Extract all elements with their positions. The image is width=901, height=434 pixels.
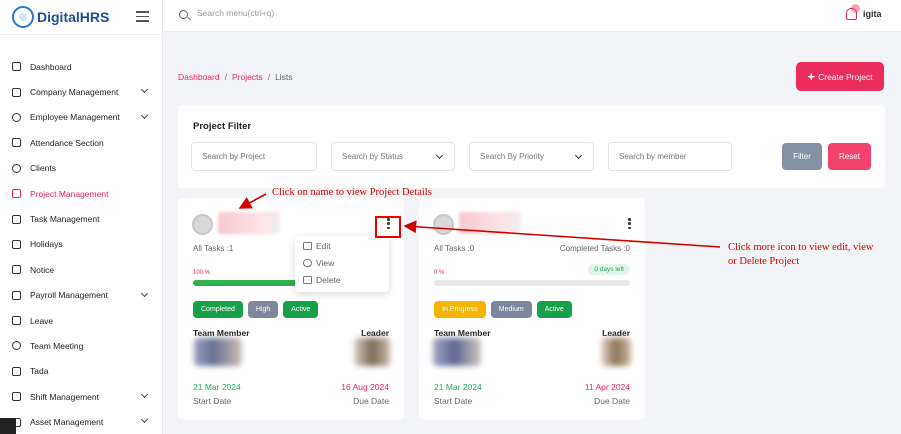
arrow-to-project-name (238, 193, 267, 209)
annotation-more-hint: Click more icon to view edit, view or De… (728, 241, 898, 269)
annotation-more-hint-line1: Click more icon to view edit, view (728, 242, 874, 253)
annotation-arrows (238, 193, 721, 248)
annotation-name-hint: Click on name to view Project Details (272, 187, 432, 198)
annotation-more-hint-line2: or Delete Project (728, 256, 800, 267)
arrow-to-more-icon (403, 220, 721, 248)
